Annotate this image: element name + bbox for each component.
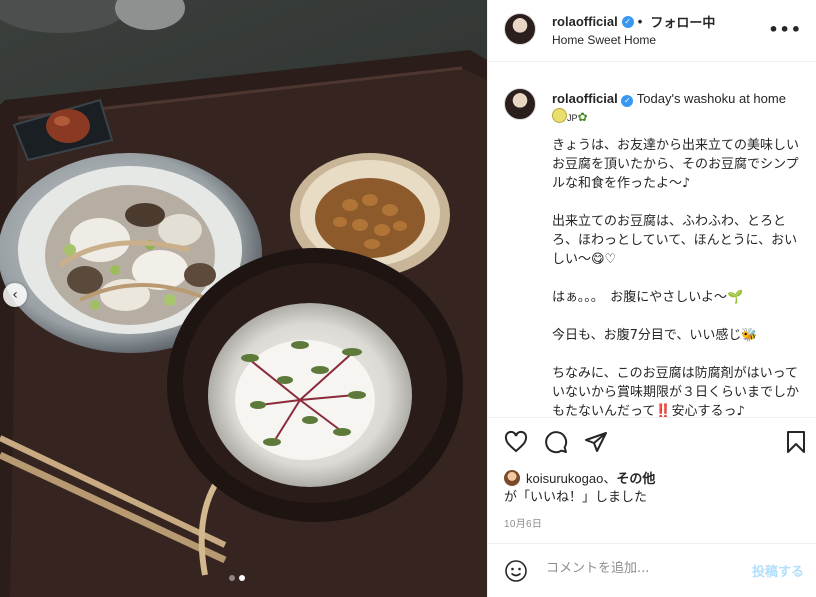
caption-username-link[interactable]: rolaofficial	[552, 91, 618, 106]
caption-paragraph: ちなみに、このお豆腐は防腐剤がはいっていないから賞味期限が３日くらいまでしかもた…	[552, 366, 800, 418]
likes-connector: 、	[603, 471, 617, 486]
likes-others-link[interactable]: その他	[616, 471, 655, 486]
carousel-prev-button[interactable]: ‹	[3, 283, 27, 307]
post-side-panel: rolaofficial ✓ • フォロー中 Home Sweet Home •…	[487, 0, 816, 597]
caption-paragraph: 今日も、お腹7分目で、いい感じ🐝	[552, 328, 758, 343]
caption-headline: rolaofficial ✓ Today's washoku at home J…	[552, 90, 808, 127]
location-link[interactable]: Home Sweet Home	[552, 33, 656, 47]
verified-badge-icon: ✓	[621, 95, 634, 107]
smile-icon[interactable]	[504, 559, 528, 583]
action-bar	[488, 418, 816, 470]
sprout-emoji-icon: ✿	[577, 110, 588, 124]
caption-paragraph: きょうは、お友達から出来立ての美味しいお豆腐を頂いたから、そのお豆腐でシンプルな…	[552, 138, 800, 191]
chevron-left-icon: ‹	[12, 287, 18, 303]
carousel-indicator	[229, 575, 245, 581]
jp-flag-label: JP	[567, 113, 578, 123]
likes-suffix: が「いいね！」しました	[504, 489, 648, 504]
caption-paragraph: 出来立てのお豆腐は、ふわふわ、とろとろ、ほわっとしていて、ほんとうに、おいしい〜…	[552, 214, 798, 267]
caption-paragraph: はぁ。。。 お腹にやさしいよ〜🌱	[552, 290, 744, 305]
post-date[interactable]: 10月6日	[504, 515, 542, 530]
caption-area: rolaofficial ✓ Today's washoku at home J…	[488, 62, 816, 418]
bookmark-icon[interactable]	[784, 430, 808, 454]
bento-emoji-icon	[552, 108, 567, 123]
carousel-dot	[229, 575, 235, 581]
comment-bar: 投稿する	[488, 543, 816, 597]
avatar[interactable]	[504, 13, 536, 45]
carousel-dot-active	[239, 575, 245, 581]
verified-badge-icon: ✓	[621, 15, 634, 28]
more-horizontal-icon[interactable]: •••	[768, 20, 802, 39]
food-photo-image	[0, 0, 487, 597]
paper-plane-icon[interactable]	[584, 430, 608, 454]
post-header: rolaofficial ✓ • フォロー中 Home Sweet Home •…	[488, 0, 816, 62]
separator-dot: •	[637, 14, 643, 29]
liker-username-link[interactable]: koisurukogao	[526, 471, 603, 486]
username-link[interactable]: rolaofficial	[552, 14, 618, 29]
caption-text: きょうは、お友達から出来立ての美味しいお豆腐を頂いたから、そのお豆腐でシンプルな…	[552, 136, 804, 418]
post-comment-button[interactable]: 投稿する	[752, 561, 804, 580]
caption-title: Today's washoku at home	[636, 91, 786, 106]
liker-avatar[interactable]	[504, 470, 520, 486]
avatar[interactable]	[504, 88, 536, 120]
comment-input[interactable]	[544, 560, 728, 577]
heart-icon[interactable]	[504, 430, 528, 454]
follow-status-button[interactable]: フォロー中	[650, 12, 715, 31]
comment-icon[interactable]	[544, 430, 568, 454]
post-photo[interactable]: ‹	[0, 0, 487, 597]
likes-summary: koisurukogao、その他 が「いいね！」しました	[504, 470, 655, 506]
